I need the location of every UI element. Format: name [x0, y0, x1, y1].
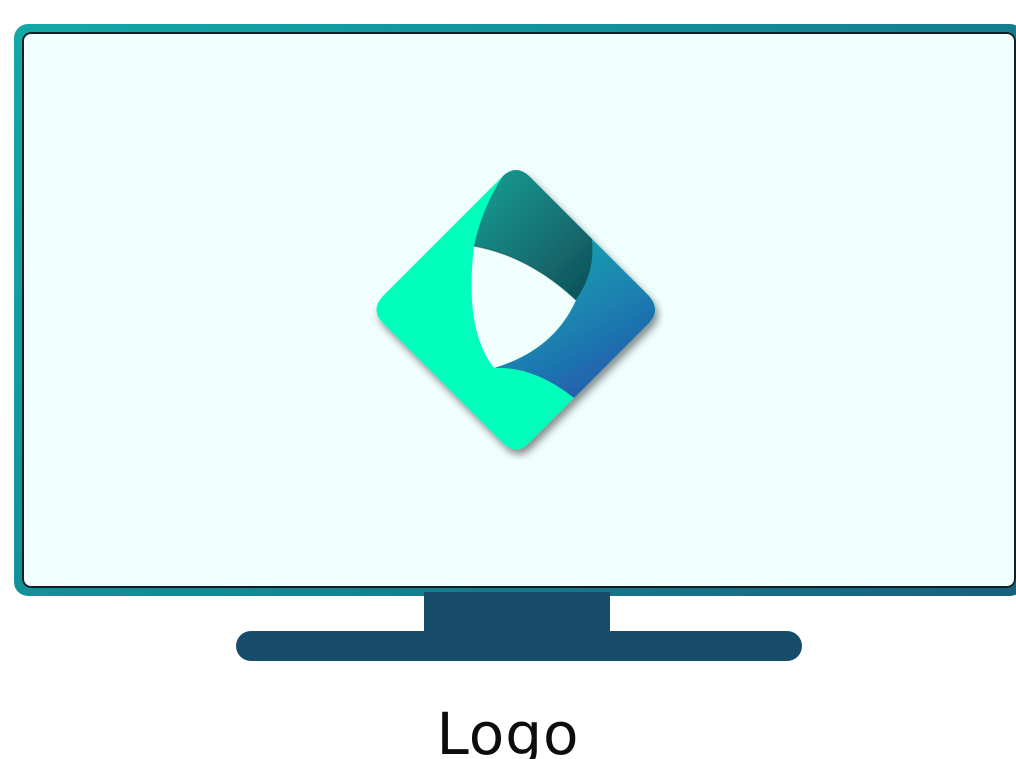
- canvas: Logo: [0, 0, 1016, 759]
- monitor-stand-base: [236, 631, 802, 661]
- logo-caption: Logo: [436, 700, 580, 759]
- diamond-logo-icon: [364, 160, 664, 460]
